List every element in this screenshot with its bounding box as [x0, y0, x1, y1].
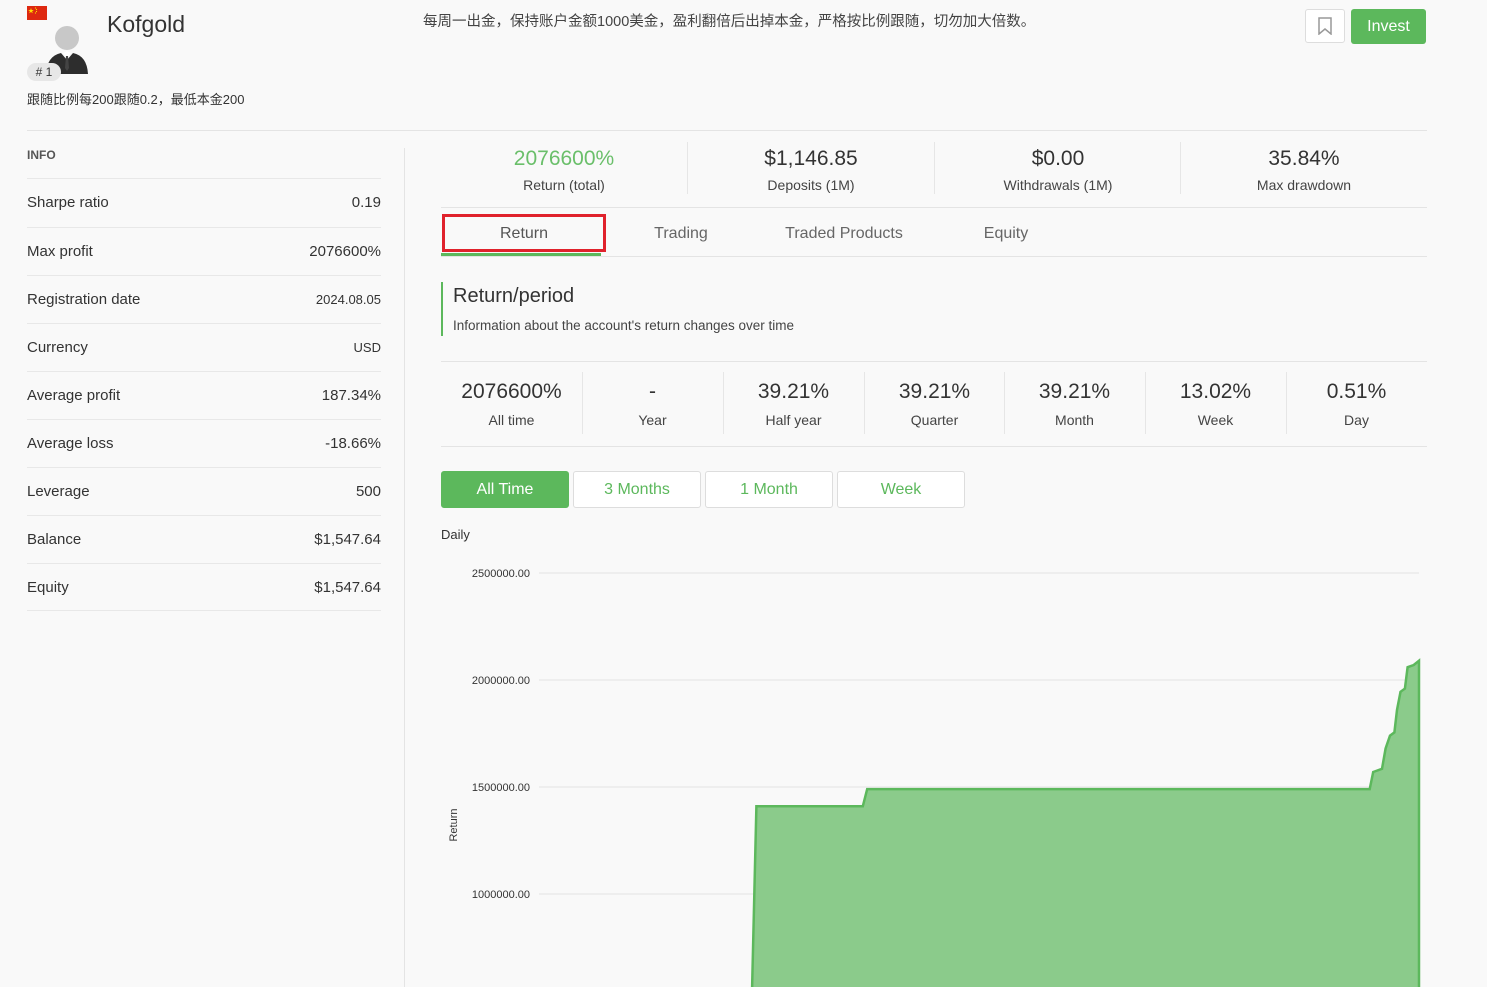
- info-row-currency: Currency USD: [27, 323, 381, 371]
- info-value: $1,547.64: [314, 579, 381, 596]
- stat-value: 35.84%: [1268, 147, 1340, 170]
- period-value: 39.21%: [1038, 380, 1111, 403]
- info-row-leverage: Leverage 500: [27, 467, 381, 515]
- y-tick-label: 2000000.00: [472, 675, 530, 687]
- period-value: -: [649, 380, 656, 403]
- period-label: Half year: [765, 412, 822, 428]
- username: Kofgold: [107, 11, 186, 37]
- period-stat-month: 39.21% Month: [1004, 372, 1145, 436]
- period-label: All time: [488, 412, 535, 428]
- china-flag-icon: [27, 6, 47, 20]
- range-week-button[interactable]: Week: [837, 471, 965, 508]
- tab-equity[interactable]: Equity: [946, 212, 1066, 256]
- section-divider: [441, 361, 1427, 362]
- period-label: Year: [638, 412, 667, 428]
- tab-traded-products[interactable]: Traded Products: [772, 212, 916, 256]
- info-label: Max profit: [27, 243, 93, 260]
- info-value: 187.34%: [321, 387, 381, 404]
- chart-title: Daily: [441, 527, 470, 542]
- stat-value: $1,146.85: [764, 147, 858, 170]
- stat-return-total: 2076600% Return (total): [441, 142, 687, 198]
- info-label: Balance: [27, 531, 82, 548]
- period-label: Week: [1197, 412, 1234, 428]
- y-tick-label: 2500000.00: [472, 568, 530, 580]
- info-label: Currency: [27, 339, 88, 356]
- info-title: INFO: [27, 148, 56, 162]
- info-row-registration-date: Registration date 2024.08.05: [27, 275, 381, 323]
- info-value: USD: [353, 340, 381, 355]
- chart-y-ticks: 2500000.00 2000000.00 1500000.00 1000000.00: [472, 568, 530, 901]
- stat-label: Return (total): [523, 177, 605, 193]
- y-tick-label: 1500000.00: [472, 782, 530, 794]
- section-accent-bar: [441, 282, 443, 336]
- tabs-divider: [441, 256, 1427, 257]
- invest-button[interactable]: Invest: [1351, 9, 1426, 44]
- period-stat-day: 0.51% Day: [1286, 372, 1427, 436]
- return-chart: 2500000.00 2000000.00 1500000.00 1000000.00…: [448, 568, 1421, 987]
- period-value: 39.21%: [898, 380, 971, 403]
- info-row-sharpe-ratio: Sharpe ratio 0.19: [27, 178, 381, 226]
- period-stat-quarter: 39.21% Quarter: [864, 372, 1005, 436]
- tab-trading[interactable]: Trading: [620, 212, 742, 256]
- info-row-average-loss: Average loss -18.66%: [27, 419, 381, 467]
- return-area-series: [750, 658, 1421, 987]
- info-label: Average loss: [27, 435, 114, 452]
- stat-label: Deposits (1M): [767, 177, 855, 193]
- section-title: Return/period: [453, 285, 575, 307]
- info-row-average-profit: Average profit 187.34%: [27, 371, 381, 419]
- period-value: 2076600%: [461, 380, 562, 403]
- stat-value: 2076600%: [513, 147, 615, 170]
- period-stat-half-year: 39.21% Half year: [723, 372, 864, 436]
- period-stat-all-time: 2076600% All time: [441, 372, 582, 436]
- highlight-box: [442, 214, 606, 252]
- period-label: Month: [1055, 412, 1094, 428]
- chart-y-axis-label: Return: [448, 808, 460, 841]
- period-stats-divider: [441, 446, 1427, 447]
- info-label: Sharpe ratio: [27, 194, 109, 211]
- info-label: Leverage: [27, 483, 90, 500]
- y-tick-label: 1000000.00: [472, 889, 530, 901]
- stat-deposits: $1,146.85 Deposits (1M): [688, 142, 934, 198]
- info-row-max-profit: Max profit 2076600%: [27, 227, 381, 275]
- period-label: Day: [1344, 412, 1369, 428]
- info-row-equity: Equity $1,547.64: [27, 563, 381, 611]
- period-label: Quarter: [910, 412, 959, 428]
- stat-max-drawdown: 35.84% Max drawdown: [1181, 142, 1427, 198]
- header-divider: [27, 130, 1427, 131]
- stats-divider: [441, 207, 1427, 208]
- info-label: Registration date: [27, 291, 141, 308]
- period-stat-year: - Year: [582, 372, 723, 436]
- stat-withdrawals: $0.00 Withdrawals (1M): [935, 142, 1181, 198]
- range-1-month-button[interactable]: 1 Month: [705, 471, 833, 508]
- info-label: Equity: [27, 579, 69, 596]
- info-label: Average profit: [27, 387, 121, 404]
- bookmark-icon: [1318, 17, 1332, 35]
- info-row-balance: Balance $1,547.64: [27, 515, 381, 563]
- info-value: $1,547.64: [314, 531, 381, 548]
- stat-label: Withdrawals (1M): [1003, 177, 1113, 193]
- info-value: 2076600%: [309, 243, 381, 260]
- period-value: 39.21%: [757, 380, 830, 403]
- info-divider: [27, 610, 381, 611]
- stat-label: Max drawdown: [1256, 177, 1352, 193]
- rank-badge: # 1: [27, 63, 61, 81]
- bookmark-button[interactable]: [1305, 9, 1345, 43]
- stat-value: $0.00: [1031, 147, 1085, 170]
- period-stat-week: 13.02% Week: [1145, 372, 1286, 436]
- info-value: 0.19: [351, 194, 381, 211]
- info-value: -18.66%: [325, 435, 381, 452]
- strategy-description: 每周一出金，保持账户金额1000美金，盈利翻倍后出掉本金，严格按比例跟随，切勿加…: [423, 14, 1036, 30]
- info-value: 500: [355, 483, 381, 500]
- info-value: 2024.08.05: [315, 292, 381, 307]
- follow-ratio-note: 跟随比例每200跟随0.2，最低本金200: [27, 92, 245, 107]
- section-subtitle: Information about the account's return c…: [453, 318, 795, 333]
- panel-divider: [404, 148, 405, 987]
- range-3-months-button[interactable]: 3 Months: [573, 471, 701, 508]
- period-value: 0.51%: [1326, 380, 1387, 403]
- range-all-time-button[interactable]: All Time: [441, 471, 569, 508]
- period-value: 13.02%: [1179, 380, 1252, 403]
